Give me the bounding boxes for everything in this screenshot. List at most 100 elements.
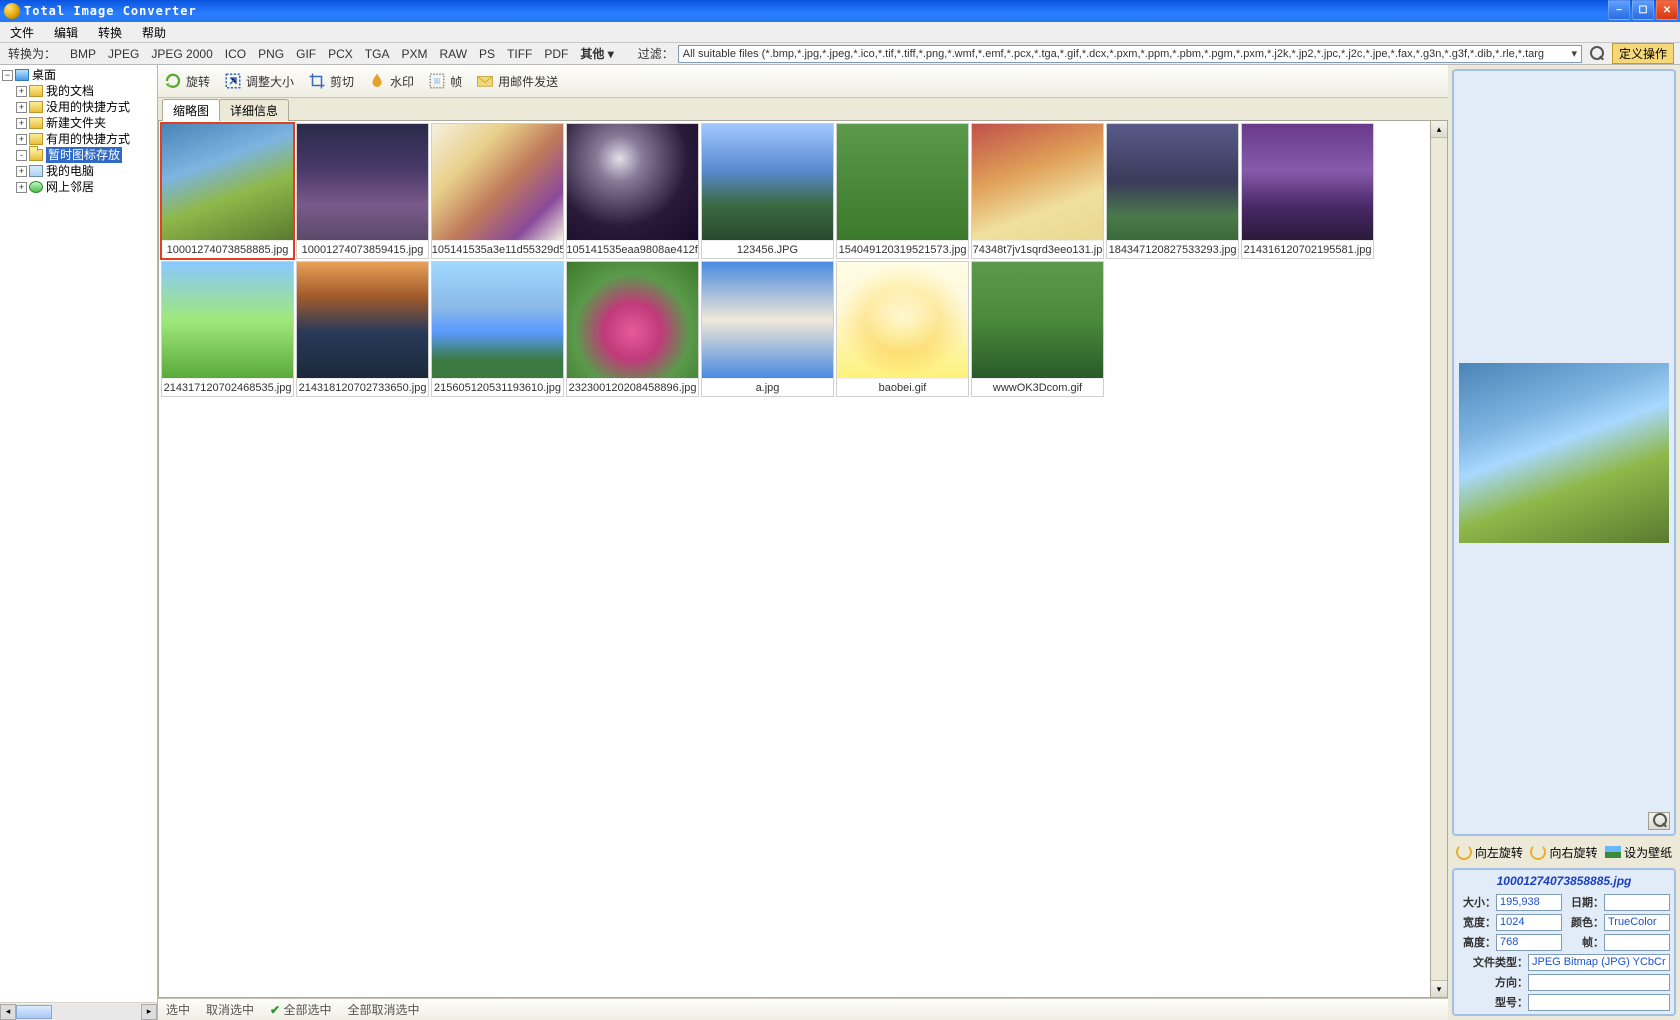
tool-email[interactable]: 用邮件发送 [476,72,558,90]
fmt-pcx[interactable]: PCX [322,47,359,61]
tree-item[interactable]: - 暂时图标存放 [2,147,157,163]
tree-toggle-icon[interactable]: + [16,182,27,193]
btn-deselect-all[interactable]: 全部取消选中 [347,1001,419,1018]
fmt-ico[interactable]: ICO [219,47,252,61]
fmt-png[interactable]: PNG [252,47,290,61]
fmt-raw[interactable]: RAW [433,47,473,61]
tree-item[interactable]: + 我的电脑 [2,163,157,179]
info-size: 195,938 [1496,894,1562,911]
fmt-tga[interactable]: TGA [359,47,396,61]
btn-deselect[interactable]: 取消选中 [206,1001,254,1018]
menu-help[interactable]: 帮助 [132,24,176,41]
thumbnail-item[interactable]: 214317120702468535.jpg [161,261,294,397]
tree-label[interactable]: 我的电脑 [46,163,94,179]
tree-item[interactable]: + 有用的快捷方式 [2,131,157,147]
folder-tree[interactable]: − 桌面 +我的文档+没用的快捷方式+新建文件夹+有用的快捷方式-暂时图标存放+… [0,65,157,1002]
tree-label[interactable]: 网上邻居 [46,179,94,195]
menu-convert[interactable]: 转换 [88,24,132,41]
scroll-up-icon[interactable]: ▴ [1431,121,1447,138]
thumbnail-item[interactable]: 1105141535eaa9808ae412f8 [566,123,699,259]
tree-toggle-icon[interactable]: + [16,118,27,129]
thumbnail-item[interactable]: baobei.gif [836,261,969,397]
thumbs-v-scrollbar[interactable]: ▴ ▾ [1431,120,1448,998]
selection-footer: 选中 取消选中 ✔ 全部选中 全部取消选中 [158,998,1448,1020]
tree-toggle-icon[interactable]: + [16,166,27,177]
tool-crop[interactable]: 剪切 [308,72,354,90]
thumbnail-caption: 214316120702195581.jpg [1242,240,1373,258]
search-icon[interactable] [1590,46,1606,62]
thumbnail-caption: 1105141535eaa9808ae412f8 [567,240,698,258]
btn-select[interactable]: 选中 [166,1001,190,1018]
thumbnail-item[interactable]: a.jpg [701,261,834,397]
btn-select-all[interactable]: ✔ 全部选中 [270,1001,331,1018]
scroll-left-icon[interactable]: ◂ [0,1004,16,1020]
rotate-right-icon [1530,844,1546,860]
menu-file[interactable]: 文件 [0,24,44,41]
thumbnail-item[interactable]: 10001274073858885.jpg [161,123,294,259]
thumbnail-item[interactable]: 214316120702195581.jpg [1241,123,1374,259]
thumbnail-item[interactable]: 214318120702733650.jpg [296,261,429,397]
thumbnail-item[interactable]: 232300120208458896.jpg [566,261,699,397]
tool-rotate[interactable]: 旋转 [164,72,210,90]
thumbnail-image [567,124,698,240]
fmt-ps[interactable]: PS [473,47,501,61]
tree-label[interactable]: 新建文件夹 [46,115,106,131]
rotate-right-button[interactable]: 向右旋转 [1530,844,1597,861]
thumbnail-item[interactable]: 215605120531193610.jpg [431,261,564,397]
tab-thumbnail[interactable]: 缩略图 [162,99,220,121]
thumbnail-item[interactable]: wwwOK3Dcom.gif [971,261,1104,397]
tree-item[interactable]: + 网上邻居 [2,179,157,195]
fmt-tiff[interactable]: TIFF [501,47,538,61]
tree-toggle-icon[interactable]: + [16,134,27,145]
tree-label[interactable]: 有用的快捷方式 [46,131,130,147]
scroll-thumb[interactable] [16,1005,52,1019]
thumbnail-image [702,262,833,378]
maximize-button[interactable]: ☐ [1632,0,1654,20]
thumbnail-item[interactable]: 1105141535a3e11d55329d5f [431,123,564,259]
tree-h-scrollbar[interactable]: ◂ ▸ [0,1002,157,1020]
tab-details[interactable]: 详细信息 [219,99,289,121]
set-wallpaper-button[interactable]: 设为壁纸 [1605,844,1672,861]
scroll-down-icon[interactable]: ▾ [1431,980,1447,997]
thumbnail-item[interactable]: 123456.JPG [701,123,834,259]
custom-operation-button[interactable]: 定义操作 [1612,43,1674,64]
tree-toggle-icon[interactable]: + [16,86,27,97]
preview-image-box [1452,69,1676,836]
tree-toggle-icon[interactable]: - [16,150,27,161]
menu-edit[interactable]: 编辑 [44,24,88,41]
fmt-pdf[interactable]: PDF [538,47,574,61]
close-button[interactable]: ✕ [1656,0,1678,20]
fmt-other[interactable]: 其他 ▾ [574,45,619,62]
tree-item[interactable]: + 没用的快捷方式 [2,99,157,115]
tree-toggle-icon[interactable]: − [2,70,13,81]
thumbnail-image [972,262,1103,378]
tool-frame[interactable]: 帧 [428,72,462,90]
fmt-jpeg[interactable]: JPEG [102,47,145,61]
minimize-button[interactable]: − [1608,0,1630,20]
thumbnail-item[interactable]: 174348t7jv1sqrd3eeo131.jpg [971,123,1104,259]
tree-toggle-icon[interactable]: + [16,102,27,113]
tree-item[interactable]: + 新建文件夹 [2,115,157,131]
fmt-jpeg2000[interactable]: JPEG 2000 [145,47,218,61]
filter-select[interactable]: All suitable files (*.bmp,*.jpg,*.jpeg,*… [678,45,1582,63]
scroll-right-icon[interactable]: ▸ [141,1004,157,1020]
zoom-button[interactable] [1648,812,1670,830]
thumbnail-image [162,262,293,378]
tree-label[interactable]: 暂时图标存放 [46,147,122,163]
tool-resize[interactable]: 调整大小 [224,72,294,90]
info-filetype: JPEG Bitmap (JPG) YCbCr [1528,954,1670,971]
tool-watermark[interactable]: 水印 [368,72,414,90]
tree-label[interactable]: 我的文档 [46,83,94,99]
thumbnail-item[interactable]: 154049120319521573.jpg [836,123,969,259]
fmt-bmp[interactable]: BMP [64,47,102,61]
fmt-pxm[interactable]: PXM [395,47,433,61]
thumbnail-item[interactable]: 10001274073859415.jpg [296,123,429,259]
thumbnail-image [432,262,563,378]
fmt-gif[interactable]: GIF [290,47,322,61]
tree-item[interactable]: + 我的文档 [2,83,157,99]
tree-label-desktop[interactable]: 桌面 [32,67,56,83]
thumbnail-item[interactable]: 184347120827533293.jpg [1106,123,1239,259]
rotate-left-button[interactable]: 向左旋转 [1456,844,1523,861]
tree-label[interactable]: 没用的快捷方式 [46,99,130,115]
thumbnail-image [972,124,1103,240]
